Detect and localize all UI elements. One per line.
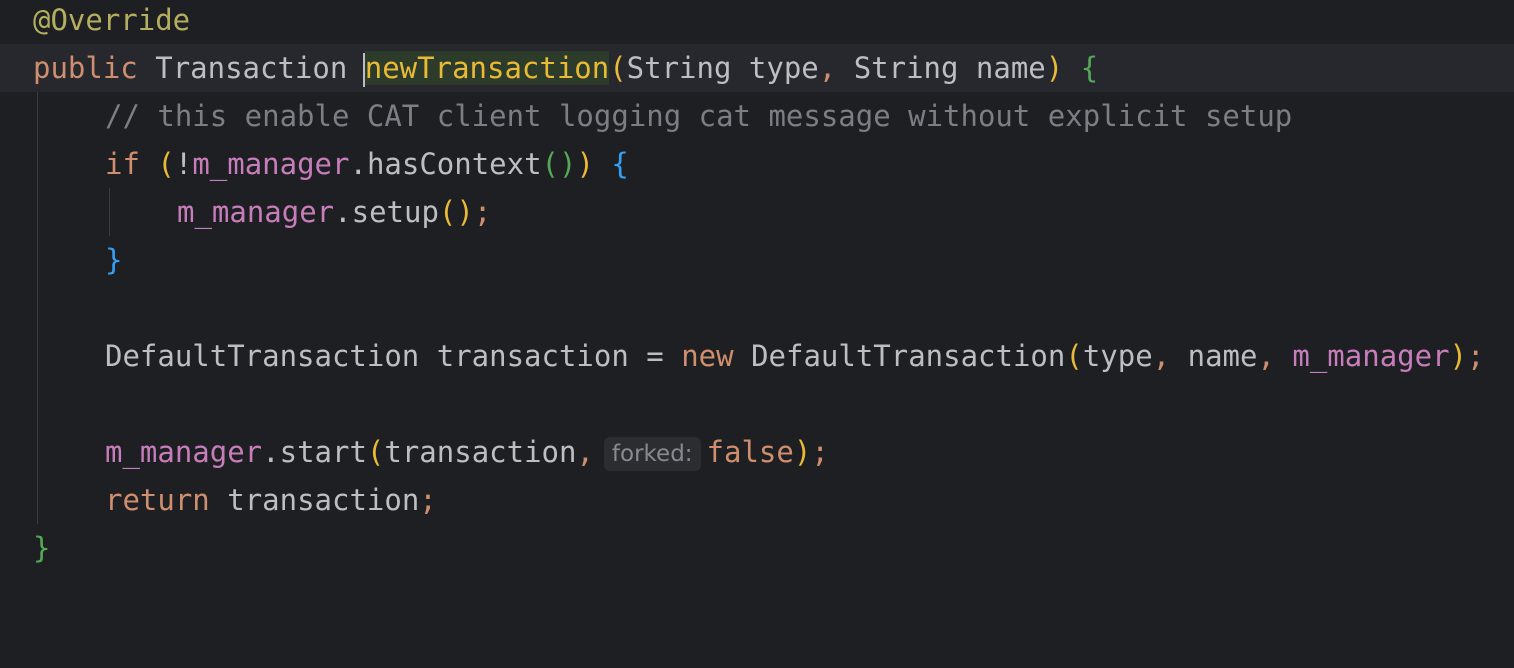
open-paren: ( [1065, 339, 1083, 373]
param-type: String [853, 51, 959, 85]
method-call: start [279, 435, 367, 469]
param-name: name [975, 51, 1046, 85]
argument: type [1082, 339, 1153, 373]
comma: , [818, 51, 837, 85]
line-comment: // this enable CAT client logging cat me… [105, 99, 1293, 133]
call-parens: () [438, 195, 474, 229]
constructor-call: DefaultTransaction [751, 339, 1066, 373]
semicolon: ; [473, 195, 492, 229]
open-brace: { [611, 147, 629, 181]
comma: , [1152, 339, 1171, 373]
local-variable: transaction [436, 339, 629, 373]
annotation: @Override [33, 3, 191, 37]
code-line[interactable]: if (!m_manager.hasContext()) { [0, 140, 1514, 188]
open-paren: ( [609, 51, 627, 85]
open-paren: ( [157, 147, 175, 181]
return-type: Transaction [155, 51, 348, 85]
open-paren: ( [366, 435, 385, 469]
open-brace: { [1080, 51, 1099, 85]
argument-field: m_manager [1292, 339, 1450, 373]
dot: . [262, 435, 280, 469]
method-call: setup [351, 195, 439, 229]
semicolon: ; [1467, 339, 1485, 373]
code-line[interactable]: DefaultTransaction transaction = new Def… [0, 332, 1514, 380]
code-line-current[interactable]: public Transaction newTransaction(String… [0, 44, 1514, 92]
code-line[interactable]: m_manager.start(transaction, forked: false… [0, 428, 1514, 476]
field-reference: m_manager [105, 435, 263, 469]
code-line[interactable]: // this enable CAT client logging cat me… [0, 92, 1514, 140]
keyword-false: false [706, 435, 794, 469]
semicolon: ; [419, 483, 437, 517]
close-paren: ) [576, 147, 594, 181]
keyword-new: new [681, 339, 734, 373]
keyword-return: return [105, 483, 210, 517]
method-declaration-name[interactable]: newTransaction [364, 51, 610, 85]
param-type: String [626, 51, 732, 85]
assign-operator: = [646, 339, 664, 373]
argument: name [1187, 339, 1258, 373]
call-parens: () [541, 147, 577, 181]
dot: . [349, 147, 367, 181]
close-brace: } [105, 243, 123, 277]
code-editor[interactable]: @Override public Transaction newTransact… [0, 0, 1514, 584]
close-paren: ) [1045, 51, 1064, 85]
method-call: hasContext [366, 147, 542, 181]
parameter-name-hint: forked: [603, 437, 701, 471]
argument: transaction [384, 435, 577, 469]
comma: , [1257, 339, 1275, 373]
dot: . [334, 195, 352, 229]
not-operator: ! [174, 147, 193, 181]
keyword-if: if [105, 147, 140, 181]
close-paren: ) [1449, 339, 1467, 373]
local-variable: transaction [227, 483, 420, 517]
field-reference: m_manager [192, 147, 350, 181]
code-line[interactable]: m_manager.setup(); [0, 188, 1514, 236]
field-reference: m_manager [177, 195, 335, 229]
keyword-public: public [33, 51, 138, 85]
code-line[interactable]: return transaction; [0, 476, 1514, 524]
code-line[interactable]: } [0, 524, 1514, 572]
code-line[interactable]: @Override [0, 0, 1514, 44]
close-paren: ) [793, 435, 812, 469]
param-name: type [748, 51, 819, 85]
type-name: DefaultTransaction [105, 339, 420, 373]
semicolon: ; [811, 435, 829, 469]
close-brace: } [33, 531, 51, 565]
code-line[interactable]: } [0, 236, 1514, 284]
comma: , [576, 435, 594, 469]
